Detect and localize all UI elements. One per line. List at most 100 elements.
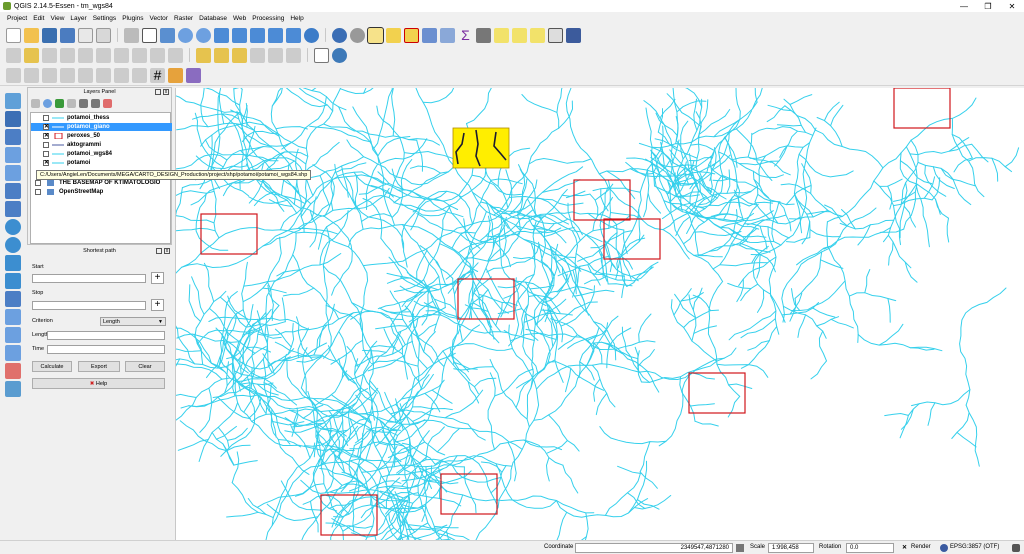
touch-zoom-icon[interactable]	[124, 27, 139, 43]
zoom-last-icon[interactable]	[268, 27, 283, 43]
identify-icon[interactable]	[332, 27, 347, 43]
add-group-icon[interactable]	[43, 99, 52, 108]
merge-attributes-icon[interactable]	[186, 68, 201, 83]
add-temp-layer-icon[interactable]	[5, 381, 21, 397]
zoom-out-icon[interactable]	[196, 27, 211, 43]
new-spatialite-icon[interactable]	[5, 327, 21, 343]
add-vector-layer-icon[interactable]	[5, 93, 21, 109]
menu-layer[interactable]: Layer	[67, 15, 89, 22]
add-db2-layer-icon[interactable]	[5, 201, 21, 217]
layer-row[interactable]: potamoi_wgs84	[31, 150, 172, 158]
style-manager-icon[interactable]	[31, 99, 40, 108]
minimize-button[interactable]: —	[952, 0, 976, 12]
select-features-icon[interactable]	[367, 26, 384, 44]
menu-edit[interactable]: Edit	[30, 15, 47, 22]
zoom-in-icon[interactable]	[178, 27, 193, 43]
add-spatialite-layer-icon[interactable]	[5, 147, 21, 163]
delete-ring-icon[interactable]	[132, 68, 147, 83]
layer-row[interactable]: THE BASEMAP OF KTIMATOLOGIO	[31, 179, 172, 187]
layer-row[interactable]: ✕ potamoi	[31, 159, 172, 167]
close-panel-icon[interactable]: x	[164, 248, 170, 254]
move-feature-icon[interactable]	[78, 47, 93, 63]
undo-icon[interactable]	[6, 68, 21, 83]
delete-selected-icon[interactable]	[114, 47, 129, 63]
attribute-table-icon[interactable]	[422, 27, 437, 43]
map-tips-icon[interactable]	[494, 27, 509, 43]
field-calculator-icon[interactable]	[440, 27, 455, 43]
toggle-editing-icon[interactable]	[24, 47, 39, 63]
remove-layer-icon[interactable]	[5, 363, 21, 379]
capture-stop-button[interactable]: +	[151, 299, 164, 311]
text-annotation-icon[interactable]	[548, 27, 563, 43]
change-label-icon[interactable]	[286, 47, 301, 63]
zoom-to-layer-icon[interactable]	[250, 27, 265, 43]
menu-web[interactable]: Web	[230, 15, 249, 22]
scale-field[interactable]: 1:998,458	[768, 543, 814, 553]
new-project-icon[interactable]	[6, 27, 21, 43]
filter-expression-icon[interactable]	[67, 99, 76, 108]
fill-ring-icon[interactable]	[114, 68, 129, 83]
layer-visibility-checkbox[interactable]	[43, 142, 49, 148]
export-button[interactable]: Export	[78, 361, 120, 372]
new-shapefile-icon[interactable]	[5, 309, 21, 325]
pin-labels-icon[interactable]	[214, 47, 229, 63]
save-edits-icon[interactable]	[42, 47, 57, 63]
layer-visibility-checkbox[interactable]	[35, 180, 41, 186]
new-gpx-icon[interactable]	[5, 345, 21, 361]
menu-project[interactable]: Project	[4, 15, 30, 22]
simplify-feature-icon[interactable]	[60, 68, 75, 83]
add-oracle-layer-icon[interactable]	[5, 183, 21, 199]
layer-visibility-checkbox[interactable]: ✕	[43, 124, 49, 130]
remove-layer-panel-icon[interactable]	[103, 99, 112, 108]
print-composer-icon[interactable]	[78, 27, 93, 43]
layer-visibility-checkbox[interactable]: ✕	[43, 160, 49, 166]
offset-curve-icon[interactable]: #	[150, 68, 165, 83]
maximize-button[interactable]: ❐	[976, 0, 1000, 12]
globe-icon[interactable]	[940, 544, 948, 552]
menu-view[interactable]: View	[47, 15, 67, 22]
save-project-icon[interactable]	[42, 27, 57, 43]
redo-icon[interactable]	[24, 68, 39, 83]
zoom-full-icon[interactable]	[214, 27, 229, 43]
float-panel-icon[interactable]	[156, 248, 162, 254]
paste-features-icon[interactable]	[168, 47, 183, 63]
add-wcs-layer-icon[interactable]	[5, 237, 21, 253]
add-part-icon[interactable]	[96, 68, 111, 83]
add-virtual-layer-icon[interactable]	[5, 291, 21, 307]
layer-visibility-checkbox[interactable]	[43, 115, 49, 121]
add-delimited-text-icon[interactable]	[5, 273, 21, 289]
layer-labeling-icon[interactable]	[196, 47, 211, 63]
move-label-icon[interactable]	[250, 47, 265, 63]
layer-visibility-checkbox[interactable]: ✕	[43, 133, 49, 139]
toggle-extents-icon[interactable]	[736, 544, 744, 552]
menu-help[interactable]: Help	[287, 15, 306, 22]
composer-manager-icon[interactable]	[96, 27, 111, 43]
python-console-icon[interactable]	[332, 47, 347, 63]
capture-start-button[interactable]: +	[151, 272, 164, 284]
add-ring-icon[interactable]	[78, 68, 93, 83]
deselect-icon[interactable]	[404, 27, 419, 43]
measure-icon[interactable]	[476, 27, 491, 43]
add-wms-layer-icon[interactable]	[5, 219, 21, 235]
help-button[interactable]: ✖ Help	[32, 378, 165, 389]
expand-all-icon[interactable]	[79, 99, 88, 108]
layer-row[interactable]: potamoi_thess	[31, 114, 172, 122]
menu-vector[interactable]: Vector	[147, 15, 171, 22]
zoom-next-icon[interactable]	[286, 27, 301, 43]
menu-processing[interactable]: Processing	[249, 15, 287, 22]
clear-button[interactable]: Clear	[125, 361, 165, 372]
plugin-icon[interactable]	[566, 27, 581, 43]
layer-row[interactable]: aktogrammi	[31, 141, 172, 149]
save-as-icon[interactable]	[60, 27, 75, 43]
menu-settings[interactable]: Settings	[90, 15, 120, 22]
map-canvas[interactable]	[175, 88, 1024, 540]
statistics-sigma-icon[interactable]: Σ	[458, 28, 473, 43]
float-panel-icon[interactable]	[155, 89, 161, 95]
cut-features-icon[interactable]	[132, 47, 147, 63]
collapse-all-icon[interactable]	[91, 99, 100, 108]
render-checkbox-icon[interactable]: ✕	[902, 544, 907, 551]
pan-hand-icon[interactable]	[142, 27, 157, 43]
close-button[interactable]: ✕	[1000, 0, 1024, 12]
show-hide-labels-icon[interactable]	[232, 47, 247, 63]
csw-icon[interactable]	[314, 47, 329, 63]
